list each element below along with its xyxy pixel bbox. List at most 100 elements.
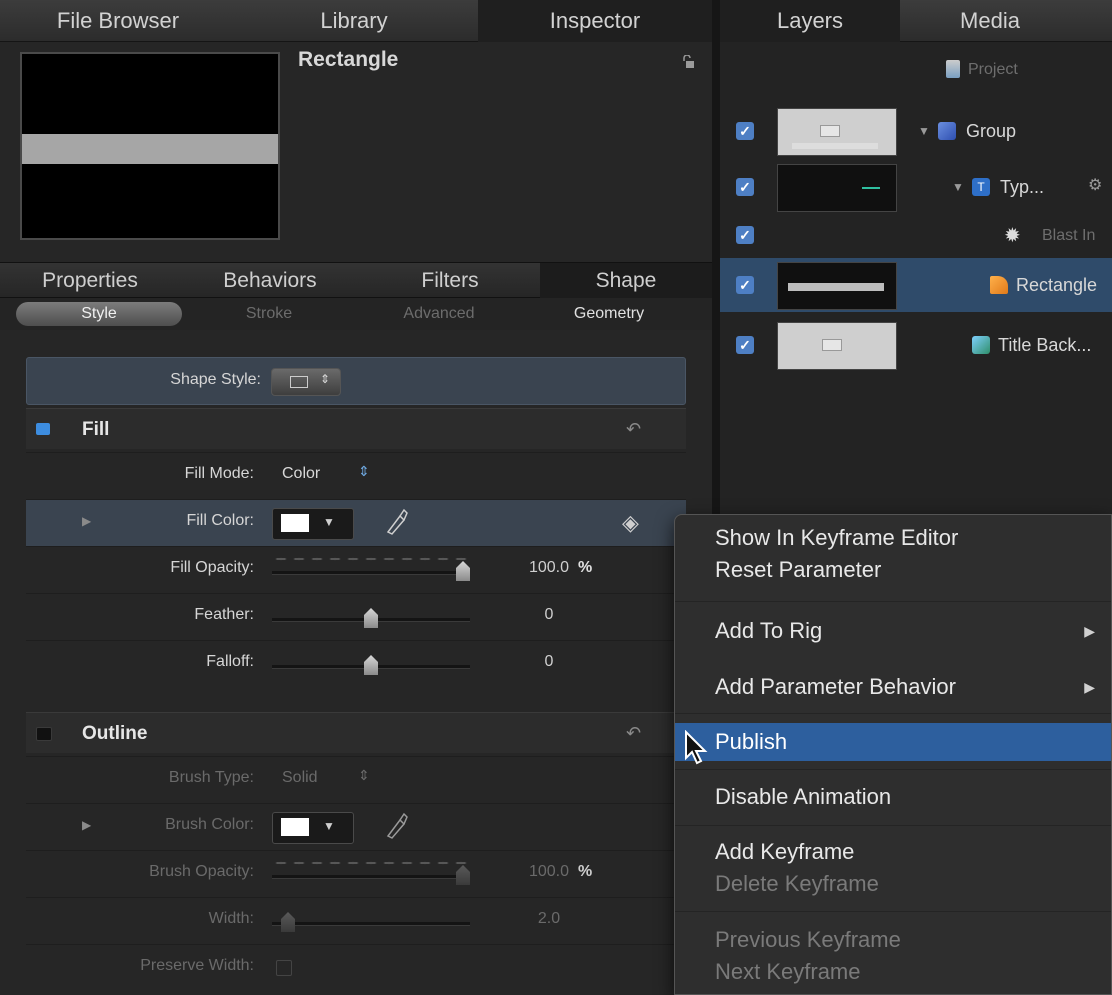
reset-icon[interactable]: ↶	[626, 419, 641, 440]
layer-thumbnail	[777, 108, 897, 156]
menu-item-next-keyframe[interactable]: Next Keyframe	[675, 955, 1111, 989]
stepper-icon[interactable]: ⇕	[358, 767, 370, 784]
brush-opacity-unit: %	[578, 863, 593, 880]
brush-color-swatch[interactable]: ▼	[272, 812, 354, 844]
layer-row-rectangle[interactable]: ✓ Rectangle	[720, 258, 1112, 312]
stepper-icon[interactable]: ⇕	[358, 463, 370, 480]
fill-section-header[interactable]: Fill ↶	[26, 408, 686, 449]
text-layer-icon: T	[972, 178, 990, 196]
layer-row-title-background[interactable]: ✓ Title Back...	[720, 318, 1112, 372]
fill-opacity-row: Fill Opacity: 100.0 %	[26, 546, 686, 593]
segment-advanced[interactable]: Advanced	[356, 302, 522, 326]
fill-opacity-slider[interactable]	[272, 557, 470, 583]
menu-item-add-to-rig[interactable]: Add To Rig ▶	[675, 611, 1111, 651]
reset-icon[interactable]: ↶	[626, 723, 641, 744]
menu-separator	[675, 601, 1111, 602]
brush-type-row: Brush Type: Solid ⇕	[26, 756, 686, 803]
feather-slider[interactable]	[272, 604, 470, 630]
lock-icon[interactable]	[681, 55, 695, 69]
width-slider[interactable]	[272, 908, 470, 934]
fill-color-swatch[interactable]: ▼	[272, 508, 354, 540]
segment-style[interactable]: Style	[16, 302, 182, 326]
layer-row-text[interactable]: ✓ ▼ T Typ... ⚙	[720, 160, 1112, 214]
eyedropper-icon[interactable]	[384, 812, 408, 840]
shape-style-row: Shape Style: ⇕	[26, 357, 686, 405]
menu-separator	[675, 825, 1111, 826]
project-icon	[946, 60, 960, 78]
outline-section-header[interactable]: Outline ↶	[26, 712, 686, 753]
preview-rectangle	[22, 134, 278, 164]
layer-name: Rectangle	[1016, 275, 1098, 295]
slider-thumb[interactable]	[456, 561, 470, 581]
preserve-width-checkbox[interactable]	[276, 960, 292, 976]
tab-file-browser[interactable]: File Browser	[0, 0, 236, 42]
mouse-pointer-icon	[685, 730, 708, 765]
layer-row-behavior[interactable]: ✓ ✹ Blast In	[720, 218, 1112, 254]
menu-item-publish[interactable]: Publish	[675, 723, 1111, 761]
layer-name: Title Back...	[998, 335, 1092, 355]
layer-visibility-checkbox[interactable]: ✓	[736, 226, 754, 244]
menu-item-disable-animation[interactable]: Disable Animation	[675, 777, 1111, 817]
project-name: Project	[968, 61, 1018, 78]
disclosure-triangle-icon[interactable]: ▼	[918, 124, 930, 138]
menu-separator	[675, 713, 1111, 714]
feather-value[interactable]: 0	[504, 606, 594, 624]
behavior-gear-icon: ✹	[1004, 225, 1021, 247]
segment-geometry[interactable]: Geometry	[526, 302, 692, 326]
left-tab-bar: File Browser Library Inspector	[0, 0, 712, 42]
eyedropper-icon[interactable]	[384, 508, 408, 536]
menu-item-reset-parameter[interactable]: Reset Parameter	[675, 553, 1111, 587]
tab-media[interactable]: Media	[900, 0, 1080, 42]
tab-properties[interactable]: Properties	[0, 263, 180, 299]
fill-enable-checkbox[interactable]	[36, 423, 50, 435]
menu-item-previous-keyframe[interactable]: Previous Keyframe	[675, 923, 1111, 957]
layer-visibility-checkbox[interactable]: ✓	[736, 178, 754, 196]
color-well	[281, 818, 309, 836]
tab-behaviors[interactable]: Behaviors	[180, 263, 360, 299]
shape-segment-control: Style Stroke Advanced Geometry	[0, 298, 712, 330]
disclosure-triangle-icon[interactable]: ▶	[82, 514, 91, 528]
slider-thumb[interactable]	[456, 865, 470, 885]
falloff-row: Falloff: 0	[26, 640, 686, 687]
disclosure-triangle-icon[interactable]: ▶	[82, 818, 91, 832]
fill-color-label: Fill Color:	[186, 512, 254, 529]
disclosure-triangle-icon[interactable]: ▼	[952, 180, 964, 194]
tab-library[interactable]: Library	[236, 0, 472, 42]
brush-opacity-slider[interactable]	[272, 861, 470, 887]
tab-shape[interactable]: Shape	[540, 263, 712, 299]
slider-thumb[interactable]	[281, 912, 295, 932]
tab-layers[interactable]: Layers	[720, 0, 900, 42]
layer-visibility-checkbox[interactable]: ✓	[736, 276, 754, 294]
falloff-value[interactable]: 0	[504, 653, 594, 671]
layer-row-group[interactable]: ✓ ▼ Group	[720, 104, 1112, 158]
slider-thumb[interactable]	[364, 655, 378, 675]
fill-mode-popup[interactable]: Color	[282, 465, 320, 483]
tab-inspector[interactable]: Inspector	[478, 0, 712, 42]
menu-item-add-keyframe[interactable]: Add Keyframe	[675, 835, 1111, 869]
layer-visibility-checkbox[interactable]: ✓	[736, 336, 754, 354]
menu-item-delete-keyframe[interactable]: Delete Keyframe	[675, 867, 1111, 901]
object-preview	[20, 52, 280, 240]
slider-thumb[interactable]	[364, 608, 378, 628]
layer-visibility-checkbox[interactable]: ✓	[736, 122, 754, 140]
chevron-down-icon: ▼	[323, 819, 335, 833]
shape-style-popup[interactable]: ⇕	[271, 368, 341, 396]
falloff-slider[interactable]	[272, 651, 470, 677]
outline-section-title: Outline	[82, 723, 148, 744]
project-row[interactable]: Project	[720, 50, 1112, 92]
layer-thumbnail	[777, 262, 897, 310]
group-icon	[938, 122, 956, 140]
menu-item-show-in-keyframe-editor[interactable]: Show In Keyframe Editor	[675, 521, 1111, 555]
color-well	[281, 514, 309, 532]
fill-mode-row: Fill Mode: Color ⇕	[26, 452, 686, 499]
gear-icon[interactable]: ⚙	[1088, 175, 1102, 195]
submenu-arrow-icon: ▶	[1084, 623, 1095, 639]
outline-enable-checkbox[interactable]	[36, 727, 52, 741]
tab-filters[interactable]: Filters	[360, 263, 540, 299]
brush-type-popup[interactable]: Solid	[282, 769, 318, 787]
right-tab-bar: Layers Media	[720, 0, 1112, 42]
segment-stroke[interactable]: Stroke	[186, 302, 352, 326]
width-value[interactable]: 2.0	[504, 910, 594, 928]
menu-item-add-parameter-behavior[interactable]: Add Parameter Behavior ▶	[675, 667, 1111, 707]
keyframe-diamond-icon[interactable]: ◈	[622, 510, 639, 536]
